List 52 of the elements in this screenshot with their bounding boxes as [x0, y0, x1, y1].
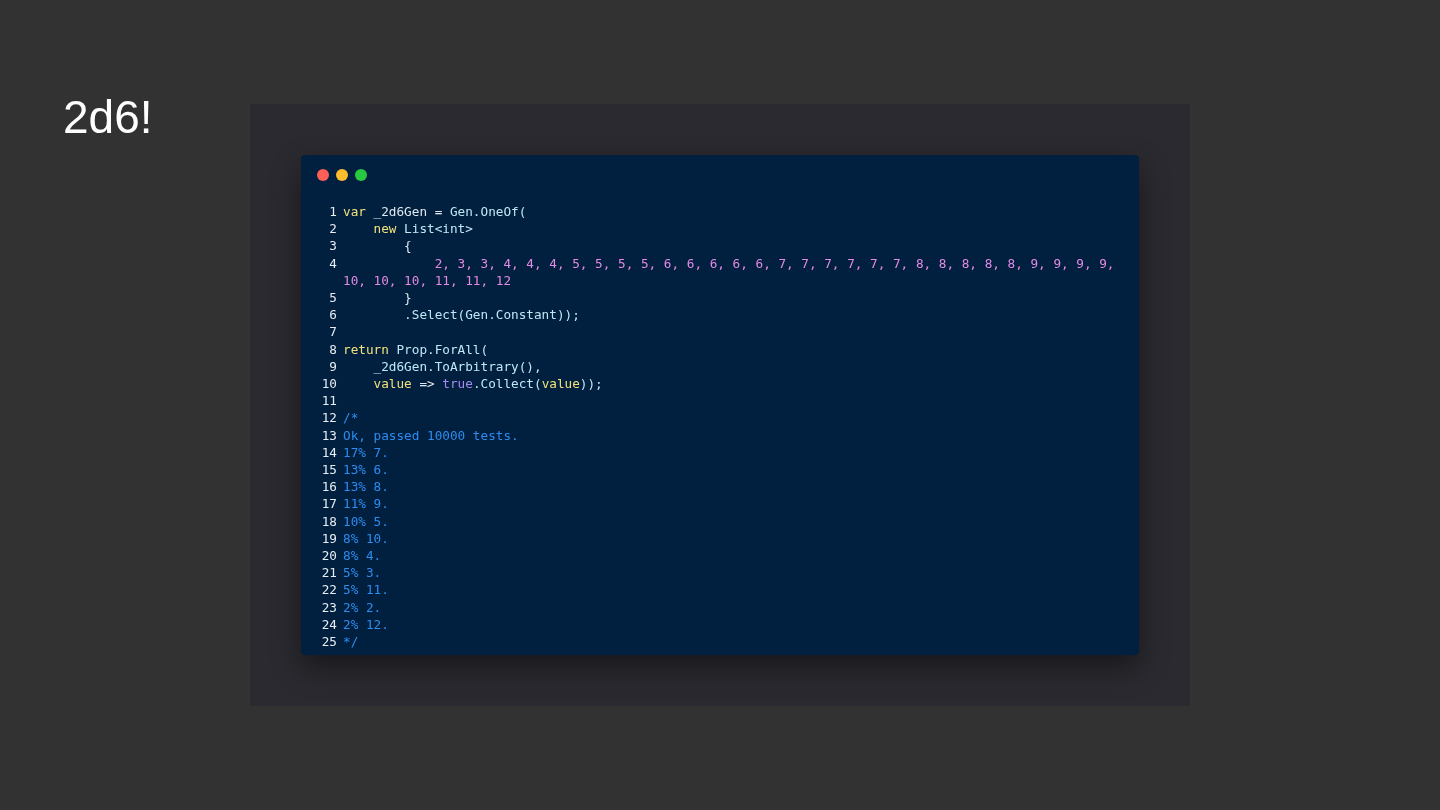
code-line: /*	[343, 409, 360, 427]
line-number: 5	[328, 289, 337, 307]
minimize-icon[interactable]	[336, 169, 348, 181]
line-number: 13	[320, 426, 337, 444]
code-line: 10% 5.	[343, 512, 390, 530]
slide-title: 2d6!	[63, 90, 153, 145]
line-number: 18	[320, 512, 337, 530]
close-icon[interactable]	[317, 169, 329, 181]
line-number: 15	[320, 461, 337, 479]
code-line: }	[403, 289, 413, 307]
line-number: 14	[320, 443, 337, 462]
line-number: 8	[328, 340, 337, 358]
line-number: 17	[320, 495, 337, 513]
code-line: .Select(Gen.Constant));	[403, 306, 581, 324]
maximize-icon[interactable]	[355, 169, 367, 181]
line-number: 7	[328, 323, 337, 341]
line-number: 9	[328, 357, 337, 376]
code-line: Ok, passed 10000 tests.	[343, 426, 520, 444]
code-line: 8% 4.	[343, 547, 383, 565]
code-line: 13% 8.	[343, 478, 390, 496]
line-number: 24	[320, 615, 337, 634]
code-line: 2% 2.	[343, 598, 383, 616]
line-number: 22	[320, 581, 337, 599]
line-number: 2	[328, 220, 337, 238]
line-number: 16	[320, 478, 337, 496]
code-line: 2, 3, 3, 4, 4, 4, 5, 5, 5, 5, 6, 6, 6, 6, 6, 7, 7, 7, 7, 7, 7, 8, 8, 8, 8, 8, 9, 9, 9, 9, 10, 10, 10, 11, 11, 12	[343, 254, 1116, 289]
line-number: 21	[320, 564, 337, 582]
line-number: 20	[320, 547, 337, 565]
code-line: var _2d6Gen = Gen.OneOf(	[343, 203, 528, 221]
line-number: 10	[320, 375, 337, 393]
code-line: {	[403, 237, 413, 255]
code-line: 11% 9.	[343, 495, 390, 513]
line-number: 19	[320, 529, 337, 548]
code-line: value => true.Collect(value));	[372, 375, 604, 393]
code-line: new List<int>	[372, 220, 474, 238]
line-number: 25	[320, 633, 337, 651]
line-number: 6	[328, 306, 337, 324]
line-number: 1	[328, 203, 337, 221]
code-line: */	[343, 633, 360, 651]
code-line: 8% 10.	[343, 529, 390, 548]
code-line: 2% 12.	[343, 615, 390, 634]
code-line: 13% 6.	[343, 461, 390, 479]
code-line: 5% 3.	[343, 564, 383, 582]
line-number: 12	[320, 409, 337, 427]
code-line: 5% 11.	[343, 581, 390, 599]
line-number: 4	[328, 254, 337, 273]
code-line: 17% 7.	[343, 443, 390, 462]
line-number: 23	[320, 598, 337, 616]
line-number: 11	[320, 392, 337, 410]
code-line: return Prop.ForAll(	[343, 340, 490, 358]
code-line: _2d6Gen.ToArbitrary(),	[372, 357, 543, 376]
line-number: 3	[328, 237, 337, 255]
